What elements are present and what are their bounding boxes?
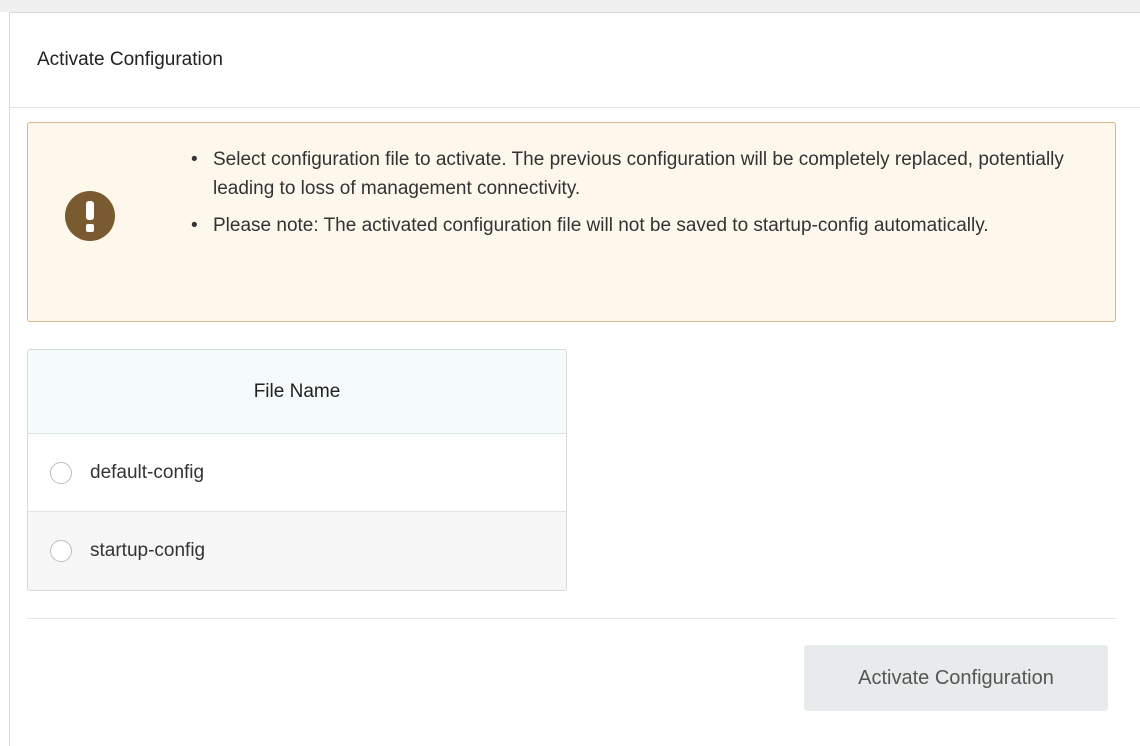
page: Activate Configuration • Select configur…: [0, 0, 1140, 746]
warning-item-text: Select configuration file to activate. T…: [213, 149, 1064, 199]
radio-button-startup-config[interactable]: [50, 540, 72, 562]
activate-configuration-button[interactable]: Activate Configuration: [804, 645, 1108, 711]
warning-item-text: Please note: The activated configuration…: [213, 215, 989, 236]
bullet-icon: •: [191, 149, 198, 170]
warning-list: • Select configuration file to activate.…: [188, 145, 1088, 248]
file-name: default-config: [90, 461, 205, 483]
panel-title: Activate Configuration: [37, 49, 223, 70]
column-header-label: File Name: [253, 380, 341, 402]
warning-item: • Please note: The activated configurati…: [188, 211, 1088, 240]
warning-item: • Select configuration file to activate.…: [188, 145, 1088, 203]
file-table: File Name default-config startup-config: [27, 349, 567, 591]
file-name: startup-config: [90, 540, 206, 561]
exclamation-circle-icon: [65, 191, 115, 241]
panel-header: Activate Configuration: [10, 13, 1140, 108]
table-row[interactable]: default-config: [28, 434, 566, 512]
radio-button-default-config[interactable]: [50, 461, 72, 484]
bullet-icon: •: [191, 215, 198, 236]
footer-divider: [27, 618, 1116, 619]
warning-alert: • Select configuration file to activate.…: [27, 122, 1116, 322]
top-strip: [0, 0, 1140, 12]
column-header-file-name: File Name: [28, 350, 566, 434]
table-row[interactable]: startup-config: [28, 512, 566, 590]
